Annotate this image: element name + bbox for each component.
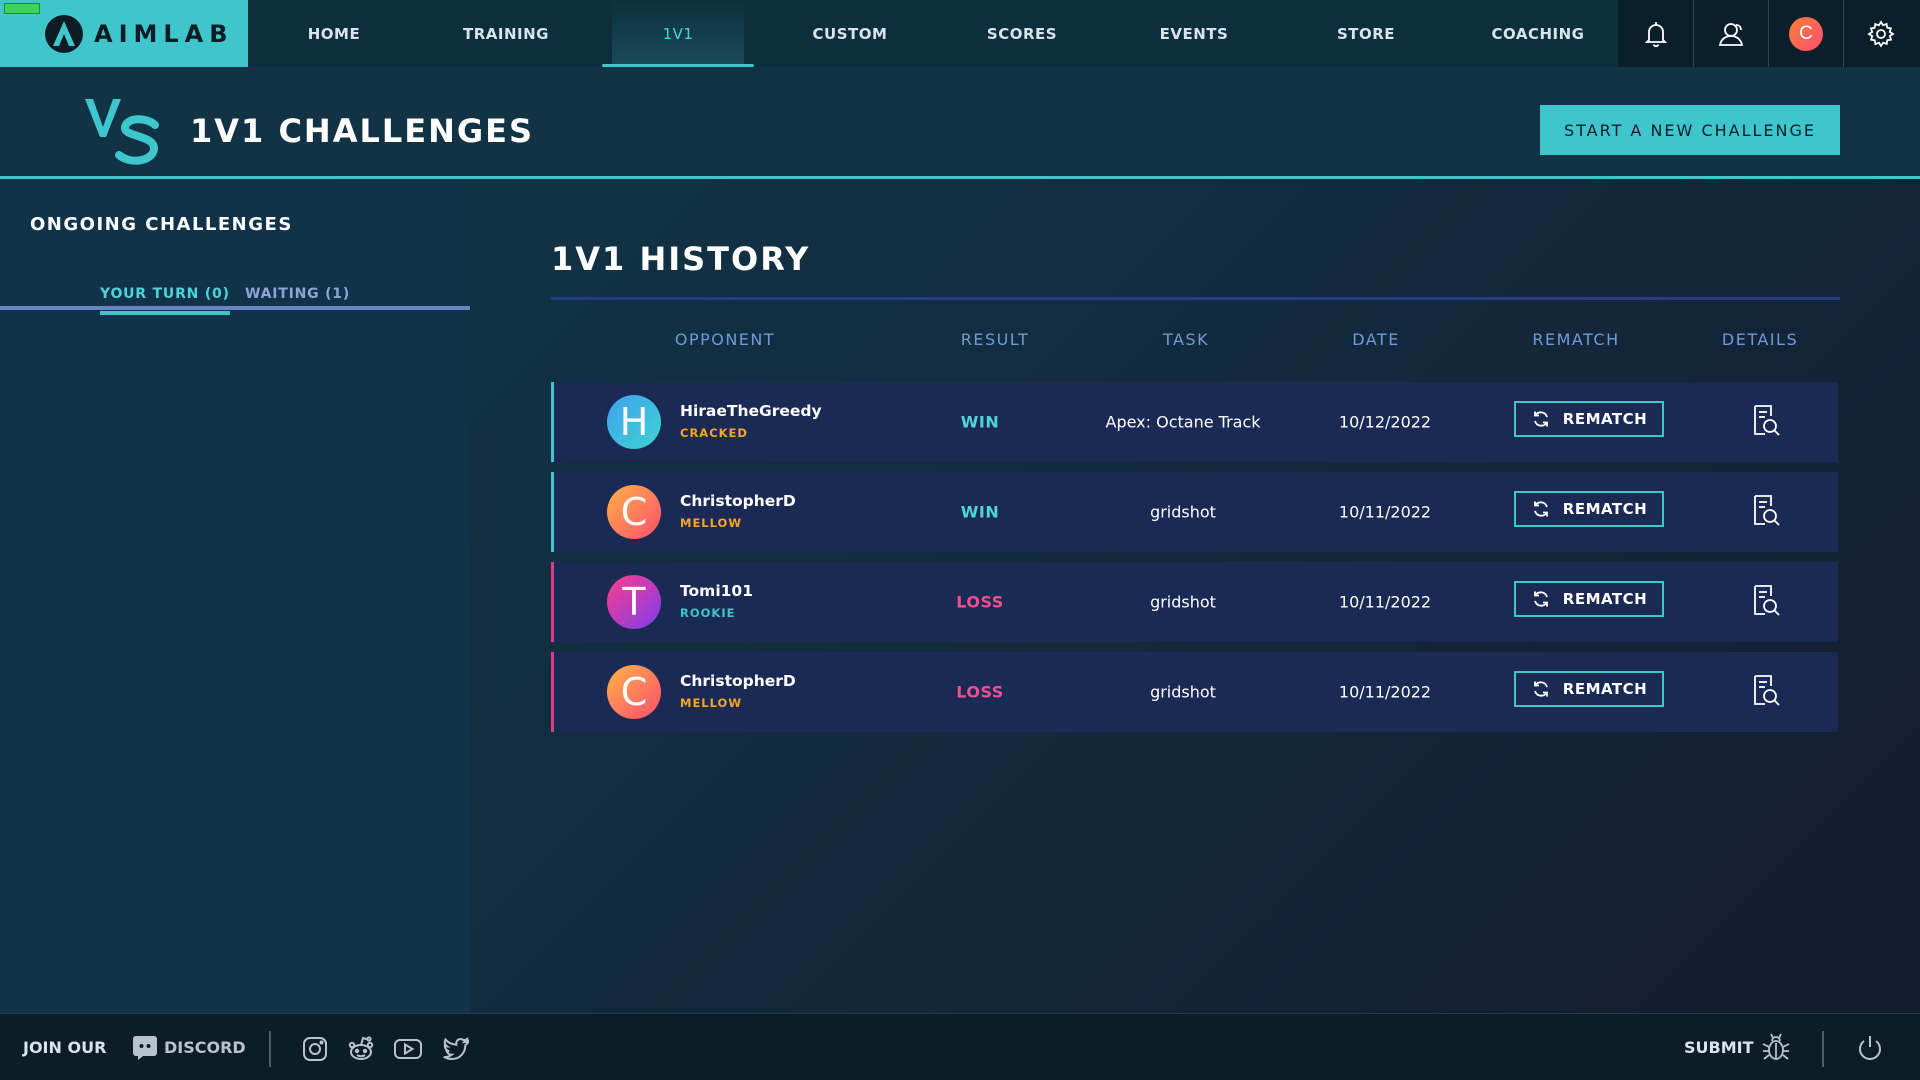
rematch-label: REMATCH <box>1562 590 1648 608</box>
submit-bug-button[interactable]: SUBMIT <box>1684 1038 1754 1057</box>
column-header-result: RESULT <box>960 330 1030 349</box>
nav-scores[interactable]: SCORES <box>936 0 1108 67</box>
nav-custom[interactable]: CUSTOM <box>764 0 936 67</box>
rematch-button[interactable]: REMATCH <box>1514 581 1664 617</box>
column-header-date: DATE <box>1352 330 1400 349</box>
start-new-challenge-button[interactable]: START A NEW CHALLENGE <box>1540 105 1840 155</box>
match-result: LOSS <box>956 592 1004 612</box>
reddit-icon[interactable] <box>346 1034 376 1064</box>
opponent-rank: MELLOW <box>680 696 743 710</box>
rematch-label: REMATCH <box>1562 410 1648 428</box>
column-header-details: DETAILS <box>1721 330 1799 349</box>
nav-coaching[interactable]: COACHING <box>1452 0 1624 67</box>
column-header-task: TASK <box>1162 330 1210 349</box>
match-date: 10/12/2022 <box>1338 412 1432 432</box>
power-icon[interactable] <box>1855 1033 1885 1063</box>
logo-text: AIMLAB <box>94 19 234 48</box>
gear-icon <box>1867 19 1895 48</box>
profile-button[interactable]: C <box>1768 0 1843 67</box>
page-header: 1V1 CHALLENGES START A NEW CHALLENGE <box>0 67 1920 179</box>
tab-your-turn[interactable]: YOUR TURN (0) <box>100 286 230 315</box>
notifications-button[interactable] <box>1618 0 1693 67</box>
history-divider <box>551 297 1840 300</box>
bell-icon <box>1644 21 1667 47</box>
match-date: 10/11/2022 <box>1338 502 1432 522</box>
opponent-name: Tomi101 <box>680 582 753 600</box>
bug-icon[interactable] <box>1760 1031 1792 1063</box>
twitter-icon[interactable] <box>441 1034 471 1064</box>
nav-menu: HOME TRAINING 1V1 CUSTOM SCORES EVENTS S… <box>248 0 1624 67</box>
rematch-button[interactable]: REMATCH <box>1514 491 1664 527</box>
details-icon[interactable] <box>1751 494 1781 528</box>
match-task: Apex: Octane Track <box>1105 412 1261 432</box>
match-task: gridshot <box>1150 502 1216 522</box>
footer: JOIN OUR DISCORD SUBMIT <box>0 1013 1920 1080</box>
rematch-button[interactable]: REMATCH <box>1514 401 1664 437</box>
column-header-opponent: OPPONENT <box>674 330 776 349</box>
match-result: WIN <box>960 502 1000 522</box>
profile-avatar: C <box>1789 16 1823 51</box>
match-result: LOSS <box>956 682 1004 702</box>
nav-training[interactable]: TRAINING <box>420 0 592 67</box>
match-date: 10/11/2022 <box>1338 682 1432 702</box>
aimlab-logo-icon <box>45 14 83 53</box>
join-our-label: JOIN OUR <box>23 1038 107 1057</box>
match-task: gridshot <box>1150 682 1216 702</box>
friends-icon <box>1718 22 1744 46</box>
youtube-icon[interactable] <box>393 1034 423 1064</box>
match-task: gridshot <box>1150 592 1216 612</box>
column-header-rematch: REMATCH <box>1532 330 1620 349</box>
refresh-icon <box>1533 591 1548 607</box>
discord-icon <box>133 1036 157 1060</box>
details-icon[interactable] <box>1751 584 1781 618</box>
sidebar-title: ONGOING CHALLENGES <box>30 214 293 235</box>
vs-icon <box>85 99 159 165</box>
opponent-avatar: C <box>607 485 661 539</box>
match-result: WIN <box>960 412 1000 432</box>
nav-store[interactable]: STORE <box>1280 0 1452 67</box>
opponent-rank: MELLOW <box>680 516 743 530</box>
challenge-tabs: YOUR TURN (0) WAITING (1) <box>0 286 470 315</box>
discord-label: DISCORD <box>164 1037 246 1057</box>
details-icon[interactable] <box>1751 404 1781 438</box>
details-icon[interactable] <box>1751 674 1781 708</box>
friends-button[interactable] <box>1693 0 1768 67</box>
rematch-label: REMATCH <box>1562 680 1648 698</box>
page-title: 1V1 CHALLENGES <box>190 112 535 150</box>
nav-events[interactable]: EVENTS <box>1108 0 1280 67</box>
ongoing-challenges-panel: ONGOING CHALLENGES YOUR TURN (0) WAITING… <box>0 182 470 1013</box>
refresh-icon <box>1533 411 1548 427</box>
tab-waiting[interactable]: WAITING (1) <box>245 286 350 310</box>
history-row: C ChristopherD MELLOW LOSS gridshot 10/1… <box>551 652 1838 732</box>
history-row: T Tomi101 ROOKIE LOSS gridshot 10/11/202… <box>551 562 1838 642</box>
nav-1v1[interactable]: 1V1 <box>592 0 764 67</box>
debug-badge <box>4 3 40 14</box>
opponent-name: ChristopherD <box>680 492 796 510</box>
refresh-icon <box>1533 681 1548 697</box>
history-row: H HiraeTheGreedy CRACKED WIN Apex: Octan… <box>551 382 1838 462</box>
opponent-avatar: H <box>607 395 661 449</box>
match-date: 10/11/2022 <box>1338 592 1432 612</box>
opponent-name: HiraeTheGreedy <box>680 402 822 420</box>
footer-divider <box>269 1031 271 1067</box>
aimlab-logo[interactable]: AIMLAB <box>0 0 248 67</box>
instagram-icon[interactable] <box>300 1034 330 1064</box>
top-navigation: AIMLAB HOME TRAINING 1V1 CUSTOM SCORES E… <box>0 0 1920 67</box>
nav-actions: C <box>1618 0 1920 67</box>
opponent-avatar: C <box>607 665 661 719</box>
rematch-button[interactable]: REMATCH <box>1514 671 1664 707</box>
opponent-name: ChristopherD <box>680 672 796 690</box>
history-row: C ChristopherD MELLOW WIN gridshot 10/11… <box>551 472 1838 552</box>
refresh-icon <box>1533 501 1548 517</box>
opponent-avatar: T <box>607 575 661 629</box>
rematch-label: REMATCH <box>1562 500 1648 518</box>
opponent-rank: CRACKED <box>680 426 748 440</box>
footer-divider <box>1822 1031 1824 1067</box>
discord-link[interactable]: DISCORD <box>132 1034 246 1060</box>
opponent-rank: ROOKIE <box>680 606 736 620</box>
history-title: 1V1 HISTORY <box>551 240 811 278</box>
nav-home[interactable]: HOME <box>248 0 420 67</box>
settings-button[interactable] <box>1843 0 1918 67</box>
